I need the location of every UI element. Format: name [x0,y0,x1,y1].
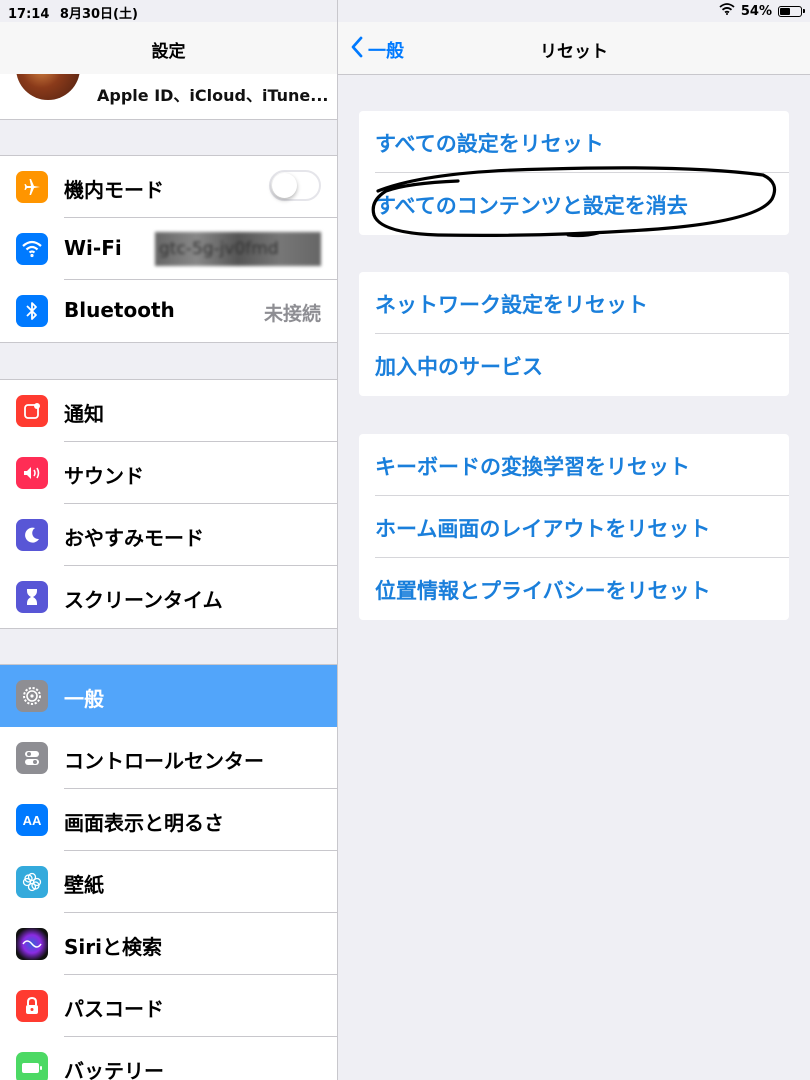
apple-id-label: Apple ID、iCloud、iTune... [97,86,329,105]
display-icon: AA [16,804,48,836]
airplane-mode-toggle[interactable] [269,170,321,201]
reset-network-settings-button[interactable]: ネットワーク設定をリセット [359,272,789,334]
reset-group-3: キーボードの変換学習をリセット ホーム画面のレイアウトをリセット 位置情報とプラ… [359,434,789,620]
sidebar-item-battery[interactable]: バッテリー [0,1037,337,1080]
moon-icon [16,519,48,551]
sidebar-item-wifi[interactable]: Wi-Fi gtc-5g-jv0fmd [0,218,337,280]
reset-home-screen-layout-button[interactable]: ホーム画面のレイアウトをリセット [359,496,789,558]
wifi-icon [16,233,48,265]
action-label: すべてのコンテンツと設定を消去 [375,194,688,218]
action-label: ホーム画面のレイアウトをリセット [375,517,711,541]
sidebar-item-label: スクリーンタイム [64,588,223,612]
status-bar: 17:14 8月30日(土) 54% [0,0,810,22]
reset-group-1: すべての設定をリセット すべてのコンテンツと設定を消去 [359,111,789,235]
battery-percentage: 54% [740,3,772,19]
sidebar-item-label: 機内モード [64,178,164,202]
notifications-group: 通知 サウンド おやすみモード スクリーンタイム [0,379,337,629]
action-label: キーボードの変換学習をリセット [375,455,690,479]
sidebar-item-bluetooth[interactable]: Bluetooth 未接続 [0,280,337,342]
sidebar-item-label: 通知 [64,402,104,426]
sidebar-item-label: Siriと検索 [64,935,162,959]
action-label: 加入中のサービス [375,355,543,379]
status-date: 8月30日(土) [59,7,138,22]
sidebar-item-label: バッテリー [64,1059,164,1080]
settings-sidebar: Apple ID、iCloud、iTune... 機内モード Wi-Fi gtc… [0,0,337,1080]
sidebar-item-label: パスコード [64,997,164,1021]
reset-all-settings-button[interactable]: すべての設定をリセット [359,111,789,173]
reset-keyboard-dictionary-button[interactable]: キーボードの変換学習をリセット [359,434,789,496]
sidebar-item-screen-time[interactable]: スクリーンタイム [0,566,337,628]
battery-status-icon [778,5,805,17]
sidebar-item-wallpaper[interactable]: 壁紙 [0,851,337,913]
page-title: リセット [540,42,608,62]
sidebar-item-notifications[interactable]: 通知 [0,380,337,442]
connectivity-group: 機内モード Wi-Fi gtc-5g-jv0fmd Bluetooth 未接続 [0,155,337,343]
sidebar-item-display-brightness[interactable]: AA 画面表示と明るさ [0,789,337,851]
sidebar-item-label: 一般 [64,687,104,711]
sidebar-item-label: おやすみモード [64,526,204,550]
action-label: 位置情報とプライバシーをリセット [375,579,711,603]
sidebar-item-label: 壁紙 [64,873,104,897]
lock-icon [16,990,48,1022]
sidebar-item-do-not-disturb[interactable]: おやすみモード [0,504,337,566]
sidebar-item-airplane-mode[interactable]: 機内モード [0,156,337,218]
sidebar-item-control-center[interactable]: コントロールセンター [0,727,337,789]
sidebar-item-label: Wi-Fi [64,236,122,260]
navigation-bar: 一般 リセット [338,22,810,75]
bluetooth-icon [16,295,48,327]
action-label: ネットワーク設定をリセット [375,293,648,317]
sidebar-item-label: Bluetooth [64,298,175,322]
battery-icon [16,1052,48,1080]
airplane-icon [16,171,48,203]
status-time: 17:14 [8,7,50,22]
gear-icon [16,680,48,712]
reset-group-2: ネットワーク設定をリセット 加入中のサービス [359,272,789,396]
sound-icon [16,457,48,489]
siri-icon [16,928,48,960]
reset-location-privacy-button[interactable]: 位置情報とプライバシーをリセット [359,558,789,620]
hourglass-icon [16,581,48,613]
sidebar-item-label: コントロールセンター [64,749,264,773]
notifications-icon [16,395,48,427]
wallpaper-icon [16,866,48,898]
bluetooth-status: 未接続 [263,303,321,325]
erase-all-content-button[interactable]: すべてのコンテンツと設定を消去 [359,173,789,235]
sidebar-item-sound[interactable]: サウンド [0,442,337,504]
control-center-icon [16,742,48,774]
wifi-status-icon [719,3,735,19]
wifi-network-name: gtc-5g-jv0fmd [155,232,321,266]
sidebar-item-passcode[interactable]: パスコード [0,975,337,1037]
general-group: 一般 コントロールセンター AA 画面表示と明るさ 壁紙 Siriと検索 パスコ… [0,664,337,1080]
sidebar-title: 設定 [151,42,186,62]
sidebar-item-general[interactable]: 一般 [0,665,337,727]
action-label: すべての設定をリセット [375,132,604,156]
apple-id-row[interactable]: Apple ID、iCloud、iTune... [0,54,337,120]
sidebar-header: 設定 [0,22,337,74]
subscribed-services-button[interactable]: 加入中のサービス [359,334,789,396]
sidebar-item-label: サウンド [64,464,144,488]
sidebar-item-siri-search[interactable]: Siriと検索 [0,913,337,975]
sidebar-item-label: 画面表示と明るさ [64,811,224,835]
reset-detail-pane: 一般 リセット すべての設定をリセット すべてのコンテンツと設定を消去 ネットワ… [338,0,810,1080]
